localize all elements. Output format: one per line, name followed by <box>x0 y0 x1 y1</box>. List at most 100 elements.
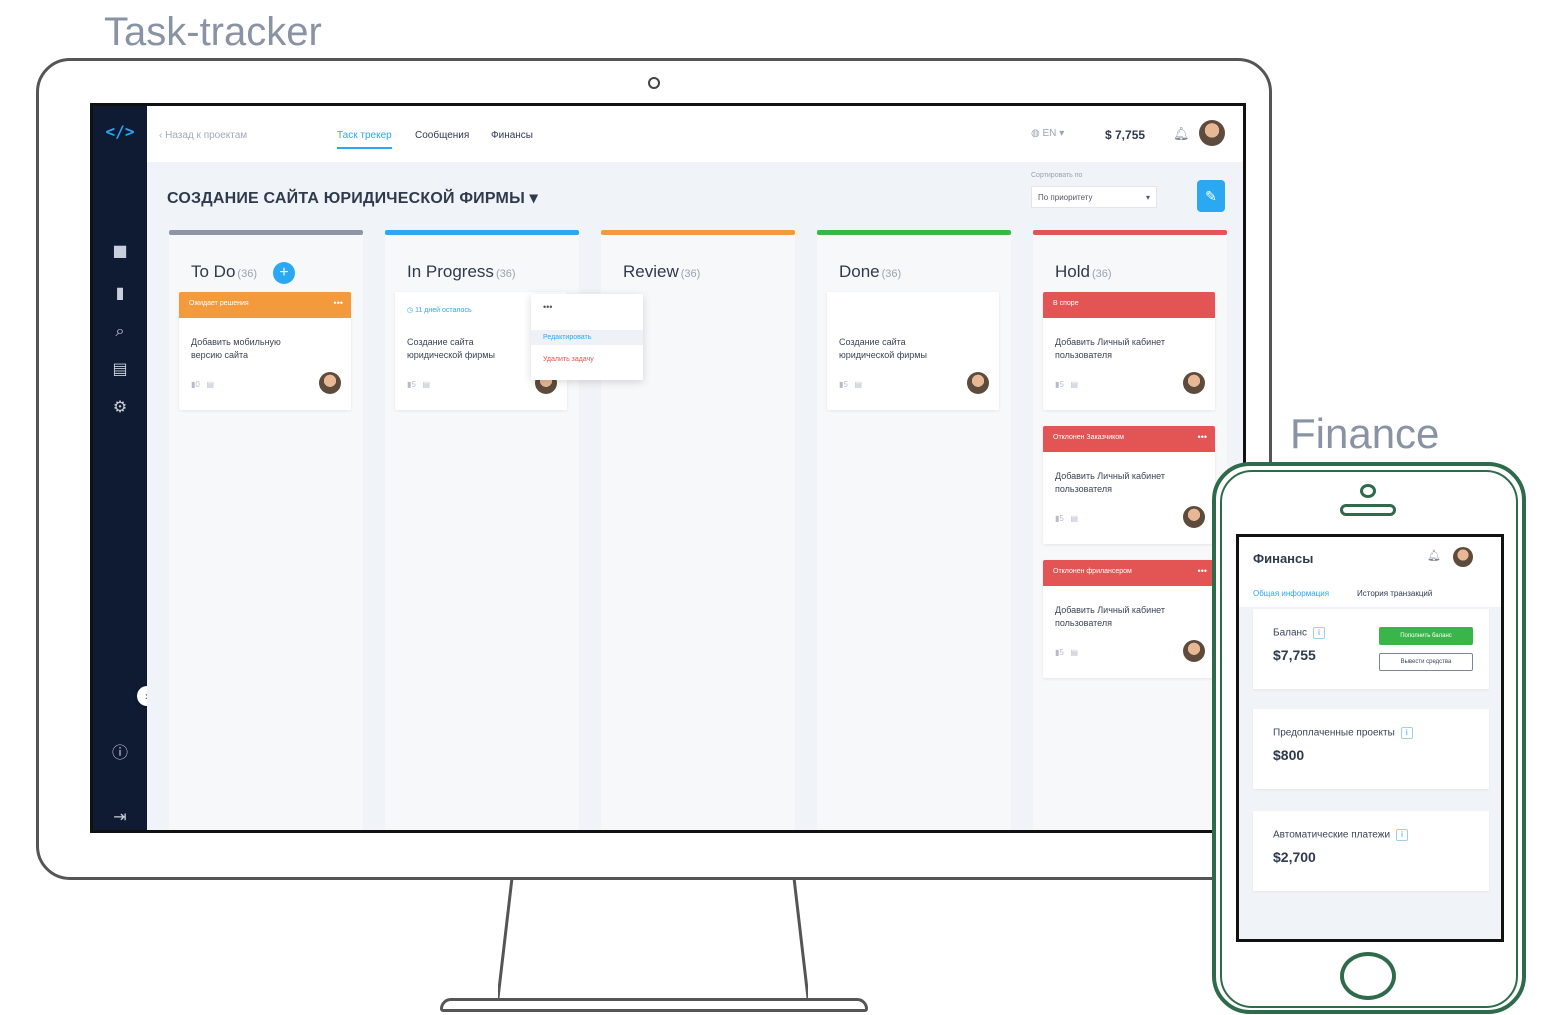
delete-task-menu-item[interactable]: Удалить задачу <box>531 352 643 367</box>
language-selector[interactable]: ◍ EN ▾ <box>1031 128 1064 139</box>
card-meta: ▮5 ▤ <box>407 380 431 389</box>
column-color-bar <box>1033 230 1227 235</box>
withdraw-button[interactable]: Вывести средства <box>1379 653 1473 671</box>
auto-payments-card: Автоматические платежи i $2,700 <box>1253 811 1489 891</box>
column-title: Done (36) <box>839 262 902 281</box>
sidebar: </> ■ ▮ ⌕ ▤ ⚙ ⓘ ⇥ › <box>93 106 157 830</box>
phone-speaker <box>1340 504 1396 516</box>
user-avatar[interactable] <box>1199 120 1225 146</box>
topbar: ‹ Назад к проектам Таск трекер Сообщения… <box>147 106 1243 162</box>
add-task-button[interactable]: + <box>273 262 295 284</box>
phone-tabs: Общая информация История транзакций <box>1239 577 1501 607</box>
phone-camera <box>1360 484 1376 498</box>
deadline-badge: ◷ 11 дней осталось <box>407 307 472 314</box>
bell-icon[interactable]: 🔔︎ <box>1173 126 1190 142</box>
prepaid-card: Предоплаченные проекты i $800 <box>1253 709 1489 789</box>
phone-header: Финансы 🔔︎ <box>1239 537 1501 577</box>
assignee-avatar[interactable] <box>1183 640 1205 662</box>
sort-value: По приоритету <box>1038 193 1093 202</box>
task-card[interactable]: Создание сайта юридической фирмы ▮5 ▤ <box>827 292 999 410</box>
card-meta: ▮5 ▤ <box>1055 648 1079 657</box>
tab-task-tracker[interactable]: Таск трекер <box>337 130 392 149</box>
logout-icon[interactable]: ⇥ <box>109 806 131 828</box>
card-status-header: Отклонен Заказчиком ••• <box>1043 426 1215 452</box>
auto-payments-value: $2,700 <box>1273 849 1316 865</box>
info-icon[interactable]: ⓘ <box>109 742 131 764</box>
column-todo: To Do (36) + Ожидает решения ••• Добавить … <box>169 230 363 830</box>
globe-icon: ◍ <box>1031 128 1040 139</box>
logo-icon[interactable]: </> <box>105 122 135 144</box>
edit-icon[interactable]: ✎ <box>1197 180 1225 212</box>
task-card[interactable]: Отклонен Заказчиком ••• Добавить Личный к… <box>1043 426 1215 544</box>
comment-icon: ▤ <box>206 380 215 389</box>
app-main: ‹ Назад к проектам Таск трекер Сообщения… <box>147 106 1243 830</box>
column-color-bar <box>385 230 579 235</box>
card-meta: ▮5 ▤ <box>1055 514 1079 523</box>
task-card[interactable]: Отклонен фрилансером ••• Добавить Личный … <box>1043 560 1215 678</box>
assignee-avatar[interactable] <box>1183 372 1205 394</box>
gear-icon[interactable]: ⚙ <box>109 396 131 418</box>
card-title: Добавить Личный кабинет пользователя <box>1055 471 1165 494</box>
desktop-screen: </> ■ ▮ ⌕ ▤ ⚙ ⓘ ⇥ › ‹ Назад к проектам Т… <box>90 103 1246 833</box>
back-label: Назад к проектам <box>165 130 248 141</box>
monitor-camera <box>648 77 660 89</box>
comment-icon: ▤ <box>1070 648 1079 657</box>
tab-finance[interactable]: Финансы <box>491 130 533 141</box>
search-icon[interactable]: ⌕ <box>109 320 131 342</box>
sort-select[interactable]: По приоритету ▾ <box>1031 186 1157 208</box>
prepaid-label: Предоплаченные проекты i <box>1273 727 1413 739</box>
phone-home-button <box>1340 952 1396 1000</box>
back-to-projects-link[interactable]: ‹ Назад к проектам <box>159 130 247 141</box>
bell-icon[interactable]: 🔔︎ <box>1427 549 1441 562</box>
top-up-button[interactable]: Пополнить баланс <box>1379 627 1473 645</box>
balance-card: Баланс i $7,755 Пополнить баланс Вывести … <box>1253 609 1489 689</box>
sort-label: Сортировать по <box>1031 172 1083 179</box>
project-title[interactable]: СОЗДАНИЕ САЙТА ЮРИДИЧЕСКОЙ ФИРМЫ ▾ <box>167 188 538 208</box>
column-title: To Do (36) <box>191 262 257 281</box>
assignee-avatar[interactable] <box>967 372 989 394</box>
card-title: Добавить Личный кабинет пользователя <box>1055 337 1165 360</box>
monitor-base <box>440 998 868 1012</box>
chart-icon[interactable]: ▮ <box>109 282 131 304</box>
task-tracker-caption: Task-tracker <box>104 10 322 54</box>
balance-label: Баланс i <box>1273 627 1326 639</box>
card-meta: ▮0 ▤ <box>191 380 215 389</box>
card-title: Создание сайта юридической фирмы <box>839 337 927 360</box>
phone-screen: Финансы 🔔︎ Общая информация История тран… <box>1236 534 1504 942</box>
column-color-bar <box>169 230 363 235</box>
more-icon[interactable]: ••• <box>334 298 343 308</box>
column-done: Done (36) Создание сайта юридической фирм… <box>817 230 1011 830</box>
card-title: Добавить Личный кабинет пользователя <box>1055 605 1165 628</box>
balance-value: $7,755 <box>1273 647 1316 663</box>
edit-task-menu-item[interactable]: Редактировать <box>531 330 643 345</box>
column-hold: Hold (36) В споре Добавить Личный кабинет… <box>1033 230 1227 830</box>
monitor-stand <box>496 877 810 1002</box>
folder-icon[interactable]: ■ <box>109 240 131 262</box>
task-card[interactable]: В споре Добавить Личный кабинет пользова… <box>1043 292 1215 410</box>
comment-icon: ▤ <box>854 380 863 389</box>
tab-transaction-history[interactable]: История транзакций <box>1357 589 1432 598</box>
info-icon: i <box>1400 727 1413 739</box>
column-title: Hold (36) <box>1055 262 1112 281</box>
more-icon[interactable]: ••• <box>1198 566 1207 576</box>
card-title: Создание сайта юридической фирмы <box>407 337 495 360</box>
assignee-avatar[interactable] <box>319 372 341 394</box>
user-avatar[interactable] <box>1453 547 1473 567</box>
chat-icon[interactable]: ▤ <box>109 358 131 380</box>
language-label: EN <box>1042 128 1057 139</box>
task-card[interactable]: Ожидает решения ••• Добавить мобильную ве… <box>179 292 351 410</box>
info-icon: i <box>1396 829 1409 841</box>
more-icon[interactable]: ••• <box>1198 432 1207 442</box>
prepaid-value: $800 <box>1273 747 1305 763</box>
more-icon[interactable]: ••• <box>543 302 552 312</box>
column-title: In Progress (36) <box>407 262 516 281</box>
info-icon: i <box>1313 627 1326 639</box>
card-title: Добавить мобильную версию сайта <box>191 337 281 360</box>
column-title: Review (36) <box>623 262 701 281</box>
tab-messages[interactable]: Сообщения <box>415 130 469 141</box>
tab-general-info[interactable]: Общая информация <box>1253 589 1329 598</box>
auto-payments-label: Автоматические платежи i <box>1273 829 1409 841</box>
assignee-avatar[interactable] <box>1183 506 1205 528</box>
column-color-bar <box>601 230 795 235</box>
comment-icon: ▤ <box>1070 380 1079 389</box>
